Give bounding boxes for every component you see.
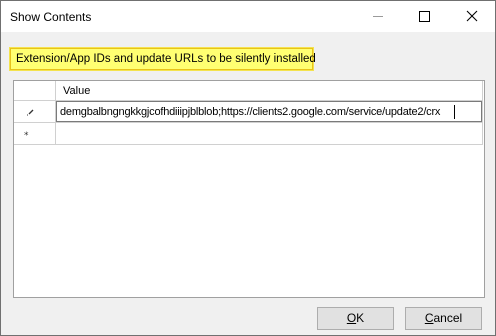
svg-text:*: * <box>24 131 29 141</box>
description-label: Extension/App IDs and update URLs to be … <box>10 48 316 70</box>
table-row-cell-value[interactable]: demgbalbngngkkgjcofhdiiipjblblob;https:/… <box>56 101 483 123</box>
column-header-value[interactable]: Value <box>56 81 483 101</box>
column-header-label: Value <box>63 85 91 97</box>
text-caret <box>454 105 455 119</box>
show-contents-dialog: Show Contents Extension/App IDs and upda… <box>0 0 496 336</box>
row-header-new[interactable]: * <box>14 123 56 145</box>
value-edit-box[interactable]: demgbalbngngkkgjcofhdiiipjblblob;https:/… <box>56 101 482 122</box>
cancel-label-rest: ancel <box>433 311 463 325</box>
cancel-button[interactable]: Cancel <box>405 307 482 330</box>
close-button[interactable] <box>449 1 495 32</box>
row-header-editing[interactable] <box>14 101 56 123</box>
cell-value-text[interactable]: demgbalbngngkkgjcofhdiiipjblblob;https:/… <box>60 106 440 118</box>
ok-label-rest: K <box>356 311 365 325</box>
new-row-icon: * <box>24 131 29 141</box>
maximize-icon <box>419 11 430 22</box>
grid-corner-header[interactable] <box>14 81 56 101</box>
ok-access-key: O <box>346 311 357 325</box>
minimize-icon <box>373 16 383 17</box>
maximize-button[interactable] <box>401 1 447 32</box>
description-text: Extension/App IDs and update URLs to be … <box>16 53 316 65</box>
title-bar[interactable]: Show Contents <box>1 1 495 32</box>
ok-button[interactable]: OK <box>317 307 394 330</box>
window-title: Show Contents <box>10 10 92 24</box>
pencil-icon <box>27 109 34 116</box>
close-icon <box>466 10 478 22</box>
table-row-new-cell[interactable] <box>56 123 483 145</box>
values-grid[interactable]: Value demgbalbngngkkgjcofhdiiipjblblob;h… <box>13 80 485 298</box>
minimize-button[interactable] <box>355 1 401 32</box>
